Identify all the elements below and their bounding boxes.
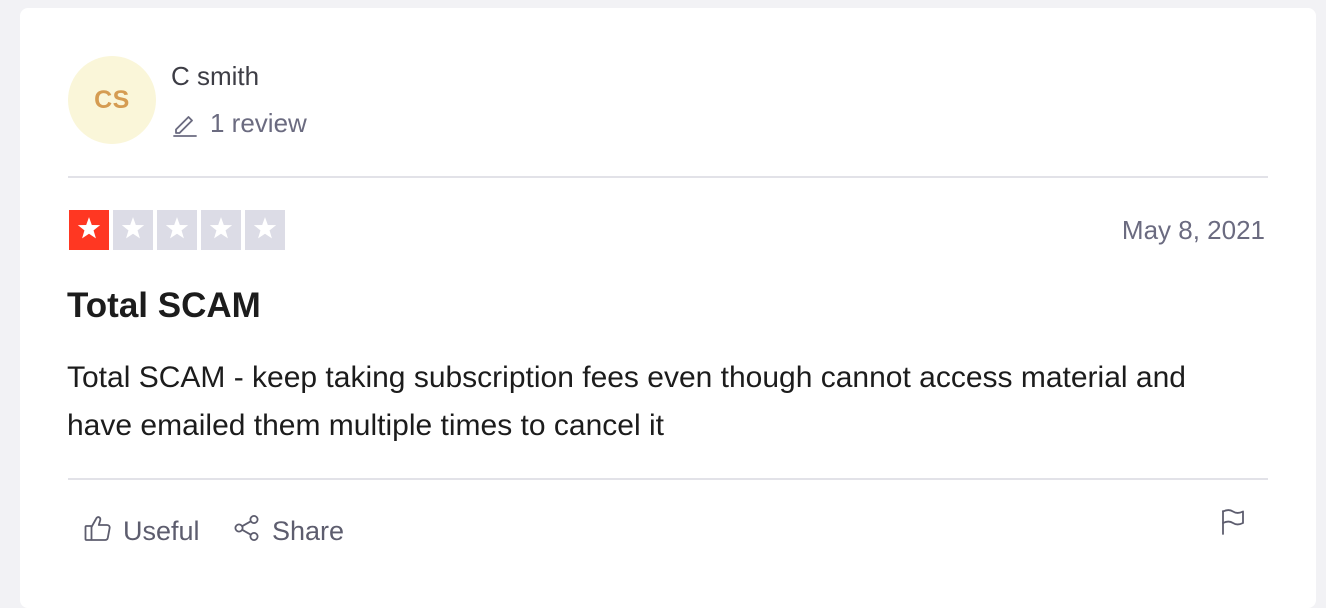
share-button[interactable]: Share bbox=[232, 513, 344, 550]
useful-button[interactable]: Useful bbox=[83, 513, 200, 550]
share-icon bbox=[232, 513, 262, 550]
star-empty bbox=[157, 210, 197, 250]
pencil-icon bbox=[172, 111, 198, 137]
review-body: Total SCAM - keep taking subscription fe… bbox=[67, 361, 1186, 442]
star-icon bbox=[164, 215, 190, 246]
star-empty bbox=[113, 210, 153, 250]
review-count[interactable]: 1 review bbox=[172, 108, 307, 139]
reviewer-name[interactable]: C smith bbox=[171, 61, 259, 92]
star-icon bbox=[76, 215, 102, 246]
review-count-label: 1 review bbox=[210, 108, 307, 138]
thumbs-up-icon bbox=[83, 513, 113, 550]
divider bbox=[68, 478, 1268, 480]
star-empty bbox=[245, 210, 285, 250]
report-button[interactable] bbox=[1220, 508, 1246, 541]
review-date: May 8, 2021 bbox=[1121, 215, 1265, 245]
useful-label: Useful bbox=[123, 516, 200, 546]
review-title[interactable]: Total SCAM bbox=[67, 286, 261, 326]
star-icon bbox=[252, 215, 278, 246]
review-card: CS C smith 1 review May 8, 2021 Total SC… bbox=[20, 8, 1316, 608]
star-icon bbox=[208, 215, 234, 246]
star-empty bbox=[201, 210, 241, 250]
avatar[interactable]: CS bbox=[68, 56, 156, 144]
avatar-initials: CS bbox=[94, 85, 130, 114]
star-filled bbox=[69, 210, 109, 250]
star-rating bbox=[69, 210, 285, 250]
flag-icon bbox=[1220, 509, 1246, 540]
divider bbox=[68, 176, 1268, 178]
star-icon bbox=[120, 215, 146, 246]
share-label: Share bbox=[272, 516, 345, 546]
